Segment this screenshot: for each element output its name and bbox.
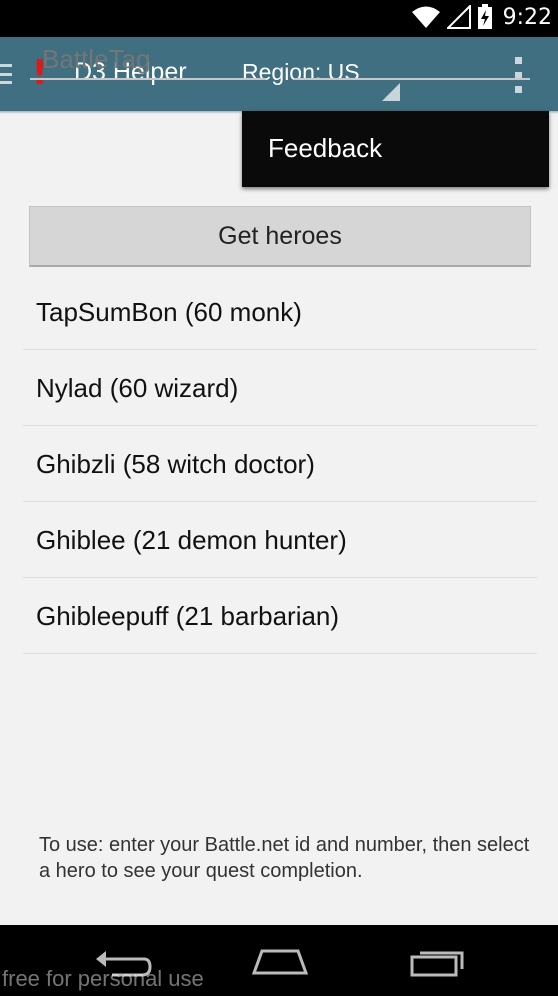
battletag-input[interactable] — [30, 40, 266, 80]
home-icon[interactable] — [250, 943, 310, 979]
menu-item-feedback[interactable]: Feedback — [268, 133, 382, 164]
battletag-number-input[interactable] — [294, 40, 530, 80]
hero-list-item[interactable]: Ghibzli (58 witch doctor) — [23, 426, 537, 502]
instructions-text: To use: enter your Battle.net id and num… — [39, 834, 530, 882]
status-bar: 9:22 — [0, 0, 558, 37]
watermark-text: free for personal use — [2, 966, 204, 991]
status-icons: 9:22 — [411, 4, 552, 30]
hero-list-item[interactable]: TapSumBon (60 monk) — [23, 274, 537, 350]
spinner-caret-icon — [382, 83, 400, 101]
hero-list: TapSumBon (60 monk) Nylad (60 wizard) Gh… — [23, 274, 537, 654]
get-heroes-button[interactable]: Get heroes — [29, 206, 531, 267]
status-time: 9:22 — [502, 4, 552, 30]
wifi-icon — [411, 6, 440, 28]
hero-list-item[interactable]: Ghibleepuff (21 barbarian) — [23, 578, 537, 654]
hero-list-item[interactable]: Ghiblee (21 demon hunter) — [23, 502, 537, 578]
overflow-menu: Feedback — [242, 111, 549, 187]
battery-charging-icon — [477, 4, 492, 29]
drawer-icon[interactable] — [0, 64, 12, 84]
recents-icon[interactable] — [408, 943, 468, 979]
hero-list-item[interactable]: Nylad (60 wizard) — [23, 350, 537, 426]
signal-icon — [446, 5, 471, 29]
